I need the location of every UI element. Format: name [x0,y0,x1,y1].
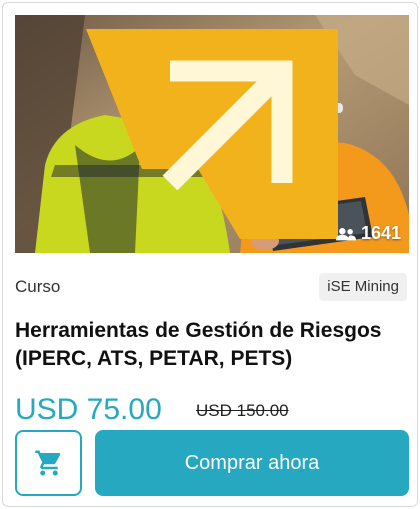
group-icon [335,227,357,240]
add-to-cart-button[interactable] [15,430,82,496]
original-price: USD 150.00 [196,401,289,420]
corner-ribbon-icon [86,29,338,239]
shopping-cart-icon [34,450,60,476]
buy-now-label: Comprar ahora [184,451,320,474]
course-image[interactable]: 1641 [15,15,409,253]
course-card[interactable]: 1641 Curso iSE Mining Herramientas de Ge… [2,2,418,507]
buy-now-button[interactable]: Comprar ahora [95,430,409,496]
course-category: Curso [15,277,61,296]
provider-badge: iSE Mining [319,273,407,301]
current-price: USD 75.00 [15,393,162,426]
course-title[interactable]: Herramientas de Gestión de Riesgos (IPER… [15,317,411,373]
students-count: 1641 [335,223,401,244]
students-count-value: 1641 [360,223,401,243]
